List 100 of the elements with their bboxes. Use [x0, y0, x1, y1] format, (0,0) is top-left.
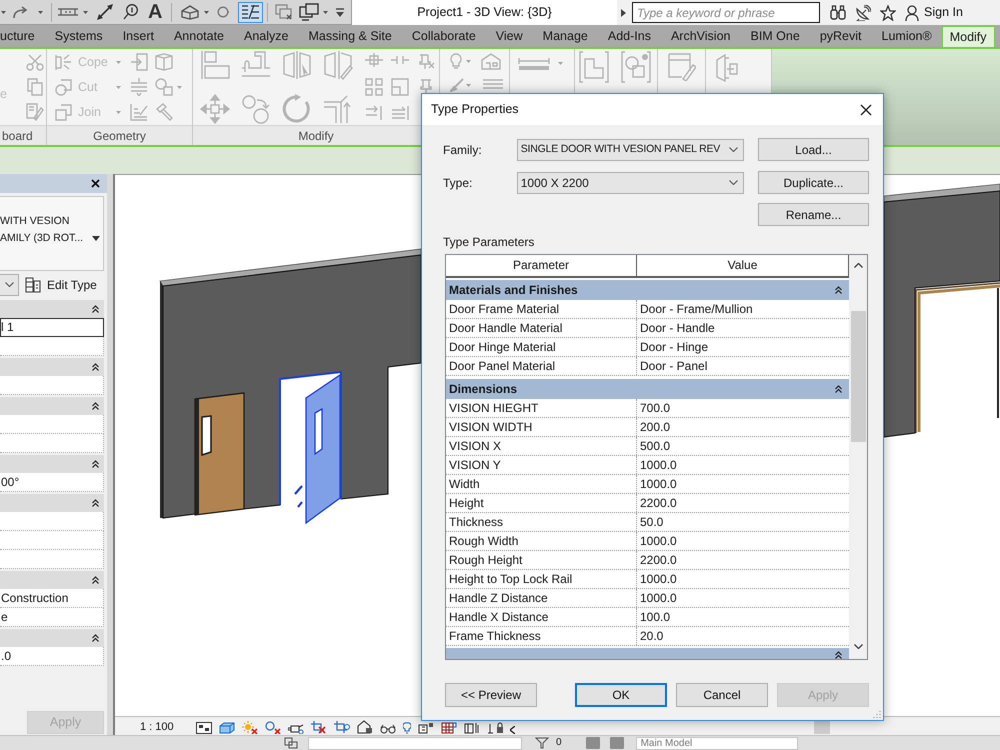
- square-icon[interactable]: [610, 737, 624, 749]
- edit-type-icon[interactable]: [25, 276, 41, 292]
- close-windows-icon[interactable]: [275, 4, 294, 20]
- close-icon[interactable]: [860, 104, 872, 116]
- rename-button[interactable]: Rename...: [758, 203, 869, 226]
- camera-icon[interactable]: [288, 722, 304, 734]
- show-crop-icon[interactable]: [334, 721, 350, 734]
- chevron-down-icon[interactable]: [4, 282, 14, 287]
- value-cell[interactable]: 2200.0: [637, 494, 849, 512]
- caret-icon[interactable]: [177, 86, 182, 88]
- type-dropdown[interactable]: 1000 X 2200: [516, 172, 744, 194]
- columns-icon[interactable]: [464, 722, 480, 734]
- filter-icon[interactable]: [535, 737, 549, 749]
- diagonal-arrow-icon[interactable]: [97, 4, 113, 20]
- scroll-down-icon[interactable]: [854, 644, 862, 649]
- load-button[interactable]: Load...: [758, 138, 869, 161]
- collapse-icon[interactable]: [92, 402, 99, 410]
- value-cell[interactable]: 1000.0: [637, 589, 849, 607]
- ribbon-tab[interactable]: Analyze: [234, 25, 298, 47]
- ribbon-tab[interactable]: Collaborate: [402, 25, 486, 47]
- value-cell[interactable]: Door - Frame/Mullion: [637, 300, 849, 318]
- ribbon-tab[interactable]: ArchVision: [660, 25, 740, 47]
- dropdown-triangle-icon[interactable]: [92, 236, 100, 241]
- type-filter-dropdown[interactable]: [0, 274, 19, 296]
- scrollbar-thumb[interactable]: [850, 311, 866, 442]
- caret-icon[interactable]: [116, 60, 121, 64]
- measure-icon[interactable]: [58, 7, 78, 17]
- edit-type-button[interactable]: Edit Type: [23, 272, 104, 296]
- value-cell[interactable]: 1000.0: [637, 570, 849, 588]
- scroll-up-icon[interactable]: [854, 263, 862, 268]
- column-header[interactable]: Parameter: [446, 255, 637, 276]
- ribbon-tab[interactable]: Insert: [112, 25, 164, 47]
- value-cell[interactable]: Door - Hinge: [637, 338, 849, 356]
- collapse-icon[interactable]: [835, 651, 842, 659]
- star-icon[interactable]: [880, 4, 896, 20]
- circle-cross-icon[interactable]: [264, 721, 281, 734]
- paintbrush-icon[interactable]: [450, 78, 464, 92]
- framed-lines-icon[interactable]: [418, 722, 434, 734]
- caret-icon[interactable]: [204, 10, 210, 14]
- user-icon[interactable]: [905, 4, 919, 20]
- redo-icon[interactable]: [13, 6, 28, 18]
- collapse-icon[interactable]: [92, 363, 99, 371]
- ribbon-tab[interactable]: Modify: [942, 26, 995, 47]
- model-field[interactable]: Main Model: [636, 737, 798, 750]
- sun-icon[interactable]: [242, 721, 258, 734]
- satellite-dish-icon[interactable]: [855, 4, 871, 20]
- circle-icon[interactable]: [217, 6, 230, 18]
- caret-icon[interactable]: [466, 60, 471, 63]
- collapse-icon[interactable]: [92, 634, 99, 642]
- bulb-icon[interactable]: [402, 722, 411, 734]
- collapse-icon[interactable]: [92, 460, 99, 468]
- collapse-icon[interactable]: [835, 385, 842, 393]
- caret-icon[interactable]: [83, 10, 88, 14]
- detail-level-icon[interactable]: [196, 722, 212, 734]
- value-cell[interactable]: 1000.0: [637, 456, 849, 474]
- caret-icon[interactable]: [466, 84, 471, 86]
- ribbon-tab[interactable]: Add-Ins: [598, 25, 661, 47]
- chevron-down-icon[interactable]: [729, 147, 738, 152]
- customize-menu-icon[interactable]: [336, 8, 344, 16]
- group-header[interactable]: Materials and Finishes: [446, 280, 849, 300]
- property-value-field[interactable]: l 1: [0, 318, 104, 337]
- caret-icon[interactable]: [116, 86, 121, 88]
- tag-icon[interactable]: [123, 4, 138, 20]
- caret-icon[interactable]: [323, 10, 328, 14]
- resize-grip-icon[interactable]: [873, 710, 881, 718]
- search-field[interactable]: Type a keyword or phrase: [632, 2, 820, 23]
- collapse-icon[interactable]: [92, 576, 99, 584]
- duplicate-button[interactable]: Duplicate...: [758, 171, 869, 194]
- close-icon[interactable]: [91, 179, 100, 188]
- value-cell[interactable]: 1000.0: [637, 532, 849, 550]
- glasses-icon[interactable]: [380, 724, 396, 734]
- cube-icon[interactable]: [218, 722, 235, 734]
- lock-icon[interactable]: [486, 722, 503, 734]
- caret-icon[interactable]: [116, 110, 121, 114]
- door-drawing[interactable]: [194, 392, 245, 516]
- ribbon-tab[interactable]: Systems: [44, 25, 113, 47]
- ribbon-tab[interactable]: pyRevit: [810, 25, 872, 47]
- collapse-icon[interactable]: [835, 286, 842, 294]
- ribbon-tab[interactable]: View: [486, 25, 533, 47]
- ribbon-tab[interactable]: Lumion®: [872, 25, 942, 47]
- thin-lines-button[interactable]: [238, 2, 264, 22]
- crop-off-icon[interactable]: [310, 721, 327, 734]
- workset-field[interactable]: [308, 737, 522, 750]
- text-tool-button[interactable]: A: [148, 2, 162, 22]
- chevron-down-icon[interactable]: [729, 180, 738, 185]
- open-door-drawing[interactable]: [279, 370, 342, 524]
- ribbon-tab[interactable]: Annotate: [164, 25, 234, 47]
- value-cell[interactable]: 1000.0: [637, 475, 849, 493]
- value-cell[interactable]: 500.0: [637, 437, 849, 455]
- value-cell[interactable]: 100.0: [637, 608, 849, 626]
- dialog-button[interactable]: Cancel: [676, 683, 768, 707]
- value-cell[interactable]: 700.0: [637, 399, 849, 417]
- stacked-lines-icon[interactable]: [483, 79, 503, 91]
- collapse-icon[interactable]: [92, 305, 99, 313]
- value-cell[interactable]: Door - Handle: [637, 319, 849, 337]
- left-caret-icon[interactable]: [510, 726, 515, 734]
- ribbon-tab[interactable]: Massing & Site: [298, 25, 402, 47]
- caret-icon[interactable]: [1, 10, 6, 14]
- ribbon-tab[interactable]: ucture: [0, 25, 45, 47]
- grid-icon[interactable]: [440, 722, 457, 734]
